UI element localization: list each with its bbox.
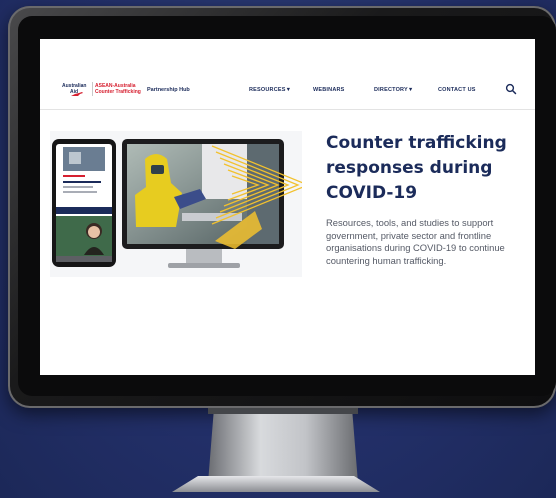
- nav-resources[interactable]: RESOURCES▼: [249, 87, 291, 93]
- monitor-stand-neck: [208, 408, 358, 483]
- hero-illustration[interactable]: [50, 131, 302, 277]
- site-header: Australian Aid ASEAN-Australia Counter T…: [40, 77, 535, 105]
- nav-directory[interactable]: DIRECTORY▼: [374, 87, 414, 93]
- website-screen: Australian Aid ASEAN-Australia Counter T…: [40, 39, 535, 375]
- hero-title: Counter trafficking responses during COV…: [326, 133, 507, 203]
- monitor-stand-base: [172, 476, 380, 492]
- illustration-desktop: [122, 139, 302, 268]
- search-icon[interactable]: [505, 83, 517, 95]
- nav-contact[interactable]: CONTACT US: [438, 87, 476, 93]
- hero-description: Resources, tools, and studies to support…: [326, 217, 505, 266]
- hub-label: Partnership Hub: [147, 87, 190, 93]
- logo-program-line2: Counter Trafficking: [95, 89, 141, 95]
- header-divider: [40, 109, 535, 110]
- nav-webinars[interactable]: WEBINARS: [313, 87, 345, 93]
- kangaroo-icon: [71, 92, 83, 96]
- logo-divider: [92, 82, 93, 96]
- illustration-phone: [52, 139, 116, 267]
- program-logo-text: ASEAN-Australia Counter Trafficking: [95, 83, 155, 95]
